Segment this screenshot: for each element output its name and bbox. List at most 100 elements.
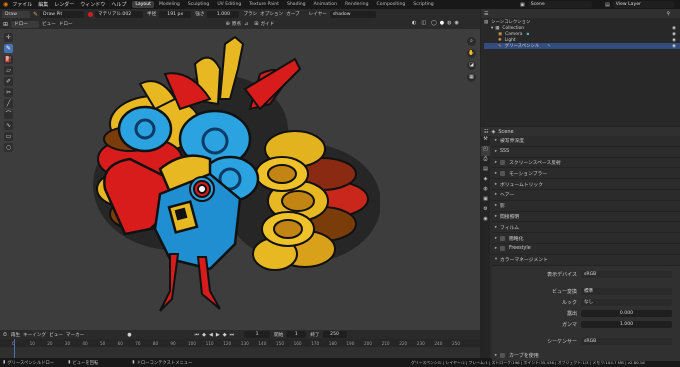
sequencer-select[interactable]: sRGB: [581, 337, 672, 345]
tint-tool-icon[interactable]: ✐: [4, 77, 13, 86]
menu-edit[interactable]: 編集: [38, 1, 48, 8]
circle-tool-icon[interactable]: ○: [4, 143, 13, 152]
xy-axis-icon[interactable]: ⊿: [244, 21, 248, 27]
cutter-tool-icon[interactable]: ✂: [4, 88, 13, 97]
panel-hair[interactable]: ▸ ヘアー: [492, 190, 680, 201]
brush-selector[interactable]: Draw Pit: [40, 10, 85, 18]
outliner-editor-icon[interactable]: ☰: [484, 11, 488, 17]
look-select[interactable]: なし: [581, 298, 672, 306]
scene-tab-icon[interactable]: ◈: [481, 176, 490, 186]
panel-volumetrics[interactable]: ▸ ボリュームトリック: [492, 179, 680, 190]
blender-logo-icon[interactable]: ◉: [3, 1, 8, 8]
record-icon[interactable]: ●: [127, 332, 131, 338]
workspace-tab-shading[interactable]: Shading: [284, 1, 309, 8]
world-tab-icon[interactable]: ◍: [481, 186, 490, 196]
shading-rendered-icon[interactable]: ◉: [454, 20, 458, 26]
tool-tab-icon[interactable]: ⚒: [481, 136, 490, 146]
modifier-tab-icon[interactable]: ⚙: [481, 206, 490, 216]
end-frame-field[interactable]: 250: [322, 331, 347, 338]
curve-menu[interactable]: カーブ: [286, 11, 300, 17]
expand-chevron-icon[interactable]: ▾: [491, 26, 493, 31]
panel-checkbox[interactable]: [500, 170, 505, 176]
guide-label[interactable]: ガイド: [260, 21, 274, 27]
prev-key-icon[interactable]: ◆: [202, 332, 206, 338]
gamma-slider[interactable]: 1.000: [581, 320, 672, 328]
grease-pencil-artwork[interactable]: [60, 29, 380, 330]
shading-solid-icon[interactable]: ●: [440, 20, 444, 26]
line-tool-icon[interactable]: ╱: [4, 99, 13, 108]
outliner-filter-icon[interactable]: ⚲: [666, 11, 670, 17]
menu-file[interactable]: ファイル: [12, 1, 32, 8]
3d-viewport[interactable]: ✛ ✎ ⛽ ▱ ✐ ✂ ╱ ⌒ ∿ ▭ ○ ⌕ ✋ ◪ ▦: [0, 29, 480, 330]
panel-shadows[interactable]: ▸ 影: [492, 201, 680, 212]
panel-checkbox[interactable]: [500, 246, 505, 252]
timeline-menu-marker[interactable]: マーカー: [66, 332, 84, 338]
brush-menu[interactable]: ブラシ: [243, 11, 257, 17]
scene-selector[interactable]: Scene: [527, 1, 592, 8]
timeline-editor-icon[interactable]: ⏱: [3, 332, 7, 338]
panel-indirect-lighting[interactable]: ▸ 間接照明: [492, 212, 680, 223]
menu-render[interactable]: レンダー: [54, 1, 74, 8]
workspace-tab-sculpting[interactable]: Sculpting: [185, 1, 212, 8]
eye-visibility-icon[interactable]: ◉: [672, 32, 676, 37]
shading-material-icon[interactable]: ◍: [447, 20, 451, 26]
view-transform-select[interactable]: 標準: [581, 287, 672, 295]
material-tab-icon[interactable]: ◉: [481, 216, 490, 226]
panel-checkbox[interactable]: [500, 159, 505, 165]
arc-tool-icon[interactable]: ⌒: [4, 110, 13, 119]
editor-type-icon[interactable]: ⊞: [3, 21, 8, 28]
panel-sss[interactable]: ▸ SSS: [492, 147, 680, 158]
box-tool-icon[interactable]: ▭: [4, 132, 13, 141]
exposure-slider[interactable]: 0.000: [581, 309, 672, 317]
panel-film[interactable]: ▸ フィルム: [492, 222, 680, 234]
jump-start-icon[interactable]: ⏮: [195, 332, 200, 338]
eye-visibility-icon[interactable]: ◉: [672, 26, 676, 31]
menu-window[interactable]: ウィンドウ: [80, 1, 105, 8]
overlay-toggle-icon[interactable]: ◐: [412, 20, 416, 26]
workspace-tab-modeling[interactable]: Modeling: [156, 1, 183, 8]
properties-editor-icon[interactable]: ☷: [484, 129, 488, 135]
panel-dof[interactable]: ▸ 被写界深度: [492, 136, 680, 147]
render-tab-icon[interactable]: ◰: [481, 146, 490, 156]
display-device-select[interactable]: sRGB: [581, 270, 672, 278]
cursor-tool-icon[interactable]: ✛: [4, 33, 13, 42]
view-layer-selector[interactable]: View Layer: [612, 1, 674, 8]
panel-color-management[interactable]: ▾ カラーマネージメント: [492, 255, 680, 266]
xray-toggle-icon[interactable]: ◫: [421, 20, 426, 26]
current-frame-field[interactable]: 1: [244, 331, 271, 338]
jump-end-icon[interactable]: ⏭: [230, 332, 235, 338]
mode-selector[interactable]: Draw: [2, 10, 30, 18]
panel-motion-blur[interactable]: ▸ モーションブラー: [492, 168, 680, 180]
material-selector[interactable]: マテリアル.002: [95, 10, 144, 18]
perspective-toggle-icon[interactable]: ▦: [467, 73, 476, 82]
panel-simplify[interactable]: ▸ 簡略化: [492, 233, 680, 244]
origin-label[interactable]: 原点: [232, 21, 241, 27]
workspace-tab-layout[interactable]: Layout: [132, 1, 154, 8]
interaction-mode-selector[interactable]: ドロー: [11, 20, 40, 28]
workspace-tab-texture-paint[interactable]: Texture Paint: [246, 1, 282, 8]
panel-freestyle[interactable]: ▸ Freestyle: [492, 244, 680, 255]
strength-slider[interactable]: 1.000: [207, 10, 240, 18]
timeline-menu-keying[interactable]: キーイング: [23, 332, 46, 338]
timeline-menu-view[interactable]: ビュー: [49, 332, 63, 338]
layer-selector[interactable]: shadow: [329, 10, 376, 18]
radius-slider[interactable]: 191 px: [159, 10, 192, 18]
draw-tool-icon[interactable]: ✎: [4, 44, 13, 53]
shading-wire-icon[interactable]: ◯: [431, 20, 437, 26]
fill-tool-icon[interactable]: ⛽: [4, 55, 13, 64]
view-layer-tab-icon[interactable]: ▤: [481, 166, 490, 176]
next-key-icon[interactable]: ◆: [223, 332, 227, 338]
playhead[interactable]: [14, 339, 15, 359]
pan-hand-icon[interactable]: ✋: [467, 49, 476, 58]
menu-help[interactable]: ヘルプ: [111, 1, 126, 8]
workspace-tab-uv-editing[interactable]: UV Editing: [214, 1, 244, 8]
erase-tool-icon[interactable]: ▱: [4, 66, 13, 75]
play-icon[interactable]: ▶: [216, 332, 220, 338]
outliner-item-grease-pencil[interactable]: ✎ グリースペンシル ✎ ◉: [484, 43, 680, 49]
zoom-icon[interactable]: ⌕: [467, 37, 476, 46]
timeline-menu-playback[interactable]: 再生: [11, 332, 20, 338]
use-curves-checkbox[interactable]: [500, 352, 505, 358]
options-menu[interactable]: オプション: [260, 11, 283, 17]
object-tab-icon[interactable]: ▣: [481, 196, 490, 206]
workspace-tab-rendering[interactable]: Rendering: [342, 1, 371, 8]
